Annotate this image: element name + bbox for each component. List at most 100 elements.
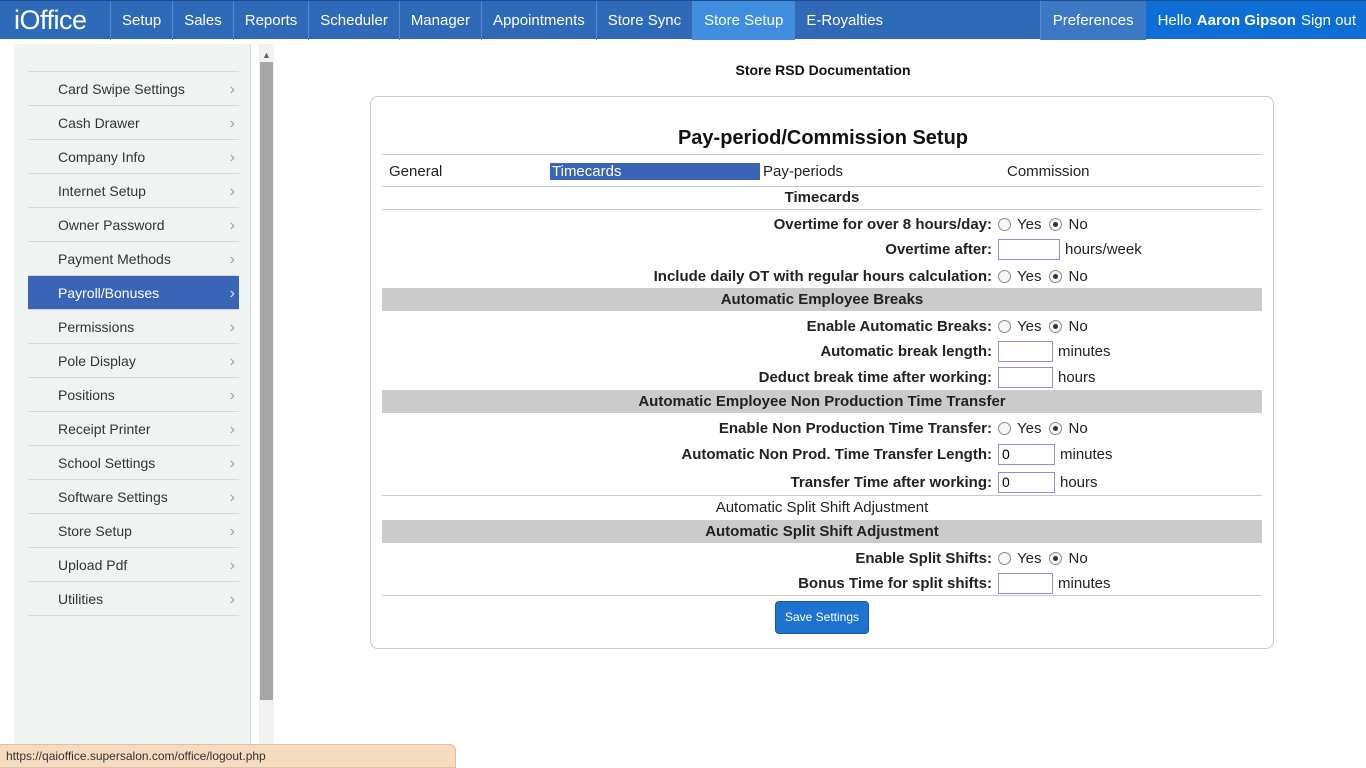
sidebar-item-cash-drawer[interactable]: Cash Drawer › bbox=[28, 106, 239, 140]
sidebar-item-label: School Settings bbox=[58, 454, 156, 471]
break-length-input[interactable] bbox=[998, 340, 1053, 362]
nav-scheduler[interactable]: Scheduler bbox=[308, 1, 399, 40]
sidebar-item-label: Utilities bbox=[58, 590, 104, 607]
nav-sales[interactable]: Sales bbox=[172, 1, 233, 40]
sidebar-item-school-settings[interactable]: School Settings › bbox=[28, 446, 239, 480]
hello-text: Hello bbox=[1157, 11, 1192, 29]
yes-label: Yes bbox=[1017, 419, 1042, 437]
chevron-right-icon: › bbox=[229, 149, 235, 166]
yes-label: Yes bbox=[1017, 317, 1042, 335]
sidebar-item-label: Upload Pdf bbox=[58, 556, 128, 573]
sidebar-item-payment-methods[interactable]: Payment Methods › bbox=[28, 242, 239, 276]
no-label: No bbox=[1068, 419, 1088, 437]
no-label: No bbox=[1068, 267, 1088, 285]
enable-npt-no-radio[interactable] bbox=[1049, 421, 1063, 435]
chevron-right-icon: › bbox=[229, 489, 235, 506]
npt-heading: Automatic Employee Non Production Time T… bbox=[382, 390, 1262, 413]
yes-label: Yes bbox=[1017, 215, 1042, 233]
breaks-heading: Automatic Employee Breaks bbox=[382, 288, 1262, 311]
overtime-day-no-radio[interactable] bbox=[1049, 217, 1063, 231]
nav-appointments[interactable]: Appointments bbox=[481, 1, 596, 40]
daily-ot-yes-radio[interactable] bbox=[998, 269, 1011, 283]
overtime-after-input[interactable] bbox=[998, 238, 1060, 260]
sidebar-item-pole-display[interactable]: Pole Display › bbox=[28, 344, 239, 378]
tab-commission[interactable]: Commission bbox=[1007, 163, 1090, 180]
user-name: Aaron Gipson bbox=[1196, 11, 1296, 29]
enable-split-yes-radio[interactable] bbox=[998, 551, 1011, 565]
user-greeting: Hello Aaron Gipson Sign out bbox=[1145, 1, 1366, 39]
nav-setup[interactable]: Setup bbox=[110, 1, 172, 40]
app-logo[interactable]: iOffice bbox=[0, 1, 110, 40]
chevron-right-icon: › bbox=[229, 591, 235, 608]
nav-reports[interactable]: Reports bbox=[232, 1, 309, 40]
chevron-right-icon: › bbox=[229, 81, 235, 98]
preferences-link[interactable]: Preferences bbox=[1039, 1, 1146, 40]
sidebar-item-label: Receipt Printer bbox=[58, 420, 151, 437]
overtime-day-label: Overtime for over 8 hours/day: bbox=[773, 216, 992, 233]
sidebar-item-label: Company Info bbox=[58, 148, 146, 165]
sidebar-item-permissions[interactable]: Permissions › bbox=[28, 310, 239, 344]
sidebar-item-receipt-printer[interactable]: Receipt Printer › bbox=[28, 412, 239, 446]
sidebar-item-label: Card Swipe Settings bbox=[58, 80, 185, 97]
enable-split-no-radio[interactable] bbox=[1049, 551, 1063, 565]
sidebar-item-card-swipe-settings[interactable]: Card Swipe Settings › bbox=[28, 72, 239, 106]
enable-breaks-yes-radio[interactable] bbox=[998, 319, 1011, 333]
deduct-break-control: hours bbox=[998, 366, 1096, 388]
nav-store-setup[interactable]: Store Setup bbox=[692, 1, 795, 40]
sidebar-item-label: Permissions bbox=[58, 318, 135, 335]
chevron-right-icon: › bbox=[229, 557, 235, 574]
documentation-link[interactable]: Store RSD Documentation bbox=[680, 62, 966, 78]
enable-split-options: Yes No bbox=[998, 547, 1096, 569]
sidebar-item-owner-password[interactable]: Owner Password › bbox=[28, 208, 239, 242]
tab-timecards[interactable]: Timecards bbox=[550, 163, 760, 180]
sidebar-item-internet-setup[interactable]: Internet Setup › bbox=[28, 174, 239, 208]
scroll-up-arrow-icon[interactable]: ▲ bbox=[259, 48, 274, 62]
sidebar-item-software-settings[interactable]: Software Settings › bbox=[28, 480, 239, 514]
overtime-day-options: Yes No bbox=[998, 213, 1096, 235]
tab-pay-periods[interactable]: Pay-periods bbox=[763, 163, 843, 180]
sidebar-item-company-info[interactable]: Company Info › bbox=[28, 140, 239, 174]
enable-split-label: Enable Split Shifts: bbox=[855, 550, 992, 567]
npt-length-input[interactable] bbox=[998, 443, 1055, 465]
enable-npt-yes-radio[interactable] bbox=[998, 421, 1011, 435]
nav-manager[interactable]: Manager bbox=[398, 1, 481, 40]
sidebar-item-payroll-bonuses[interactable]: Payroll/Bonuses › bbox=[28, 276, 239, 310]
top-nav: iOffice Setup Sales Reports Scheduler Ma… bbox=[0, 0, 1366, 40]
daily-ot-no-radio[interactable] bbox=[1049, 269, 1063, 283]
divider bbox=[382, 209, 1262, 210]
sidebar-item-upload-pdf[interactable]: Upload Pdf › bbox=[28, 548, 239, 582]
sidebar-item-label: Payment Methods bbox=[58, 250, 171, 267]
chevron-right-icon: › bbox=[229, 421, 235, 438]
transfer-after-row: Transfer Time after working: hours bbox=[382, 471, 1262, 493]
sidebar-item-utilities[interactable]: Utilities › bbox=[28, 582, 239, 616]
deduct-break-unit: hours bbox=[1058, 368, 1096, 386]
sidebar-scrollbar[interactable]: ▲ bbox=[259, 44, 274, 768]
enable-split-row: Enable Split Shifts: Yes No bbox=[382, 547, 1262, 569]
daily-ot-row: Include daily OT with regular hours calc… bbox=[382, 265, 1262, 287]
deduct-break-row: Deduct break time after working: hours bbox=[382, 366, 1262, 388]
overtime-after-label: Overtime after: bbox=[885, 241, 992, 258]
bonus-split-input[interactable] bbox=[998, 572, 1053, 594]
nav-e-royalties[interactable]: E-Royalties bbox=[794, 1, 894, 40]
sidebar: Card Swipe Settings › Cash Drawer › Company … bbox=[14, 44, 251, 768]
bonus-split-label: Bonus Time for split shifts: bbox=[798, 575, 992, 592]
tab-general[interactable]: General bbox=[389, 163, 442, 180]
scrollbar-thumb[interactable] bbox=[260, 62, 273, 700]
nav-store-sync[interactable]: Store Sync bbox=[595, 1, 692, 40]
divider bbox=[382, 186, 1262, 187]
enable-breaks-label: Enable Automatic Breaks: bbox=[806, 318, 992, 335]
transfer-after-input[interactable] bbox=[998, 471, 1055, 493]
overtime-day-yes-radio[interactable] bbox=[998, 217, 1011, 231]
enable-breaks-no-radio[interactable] bbox=[1049, 319, 1063, 333]
bonus-split-control: minutes bbox=[998, 572, 1111, 594]
bonus-split-row: Bonus Time for split shifts: minutes bbox=[382, 572, 1262, 594]
sidebar-item-positions[interactable]: Positions › bbox=[28, 378, 239, 412]
divider bbox=[382, 495, 1262, 496]
save-settings-button[interactable]: Save Settings bbox=[775, 601, 869, 634]
sign-out-link[interactable]: Sign out bbox=[1301, 12, 1356, 29]
sidebar-item-store-setup[interactable]: Store Setup › bbox=[28, 514, 239, 548]
daily-ot-options: Yes No bbox=[998, 265, 1096, 287]
sidebar-menu: Card Swipe Settings › Cash Drawer › Company … bbox=[28, 71, 239, 616]
deduct-break-input[interactable] bbox=[998, 366, 1053, 388]
